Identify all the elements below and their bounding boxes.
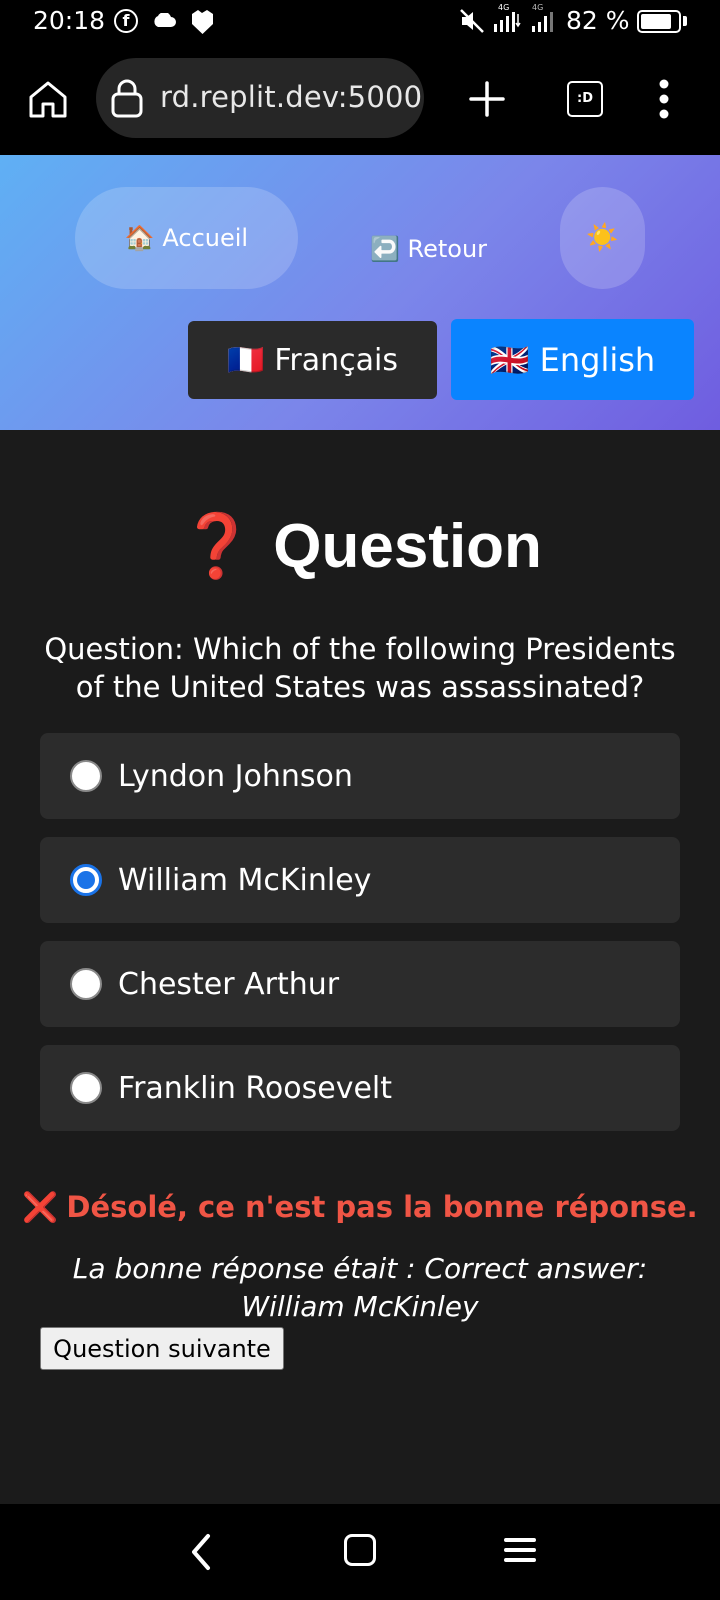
signal-4g-icon: 4G	[494, 3, 521, 32]
svg-text:4G: 4G	[532, 3, 543, 12]
url-text: rd.replit.dev:5000	[160, 80, 423, 114]
answer-option-label: Lyndon Johnson	[118, 758, 353, 794]
shield-icon	[192, 10, 213, 34]
cross-icon: ❌	[22, 1190, 59, 1224]
radio-button[interactable]	[70, 968, 102, 1000]
answer-option-label: Chester Arthur	[118, 966, 340, 1002]
cloud-icon	[154, 13, 176, 27]
language-french-label: Français	[274, 342, 398, 378]
home-link[interactable]: 🏠 Accueil	[75, 187, 298, 289]
home-icon[interactable]	[26, 77, 70, 121]
flag-fr-icon: 🇫🇷	[226, 342, 265, 378]
language-english-button[interactable]: 🇬🇧 English	[451, 319, 694, 400]
radio-button[interactable]	[70, 760, 102, 792]
tabs-icon[interactable]: :D	[567, 81, 603, 117]
system-nav-bar	[0, 1504, 720, 1600]
battery-tip	[683, 16, 687, 26]
language-english-label: English	[539, 340, 656, 379]
back-icon[interactable]	[186, 1532, 216, 1572]
app-header: 🏠 Accueil ↩️ Retour ☀️ 🇫🇷 Français 🇬🇧 En…	[0, 155, 720, 430]
back-link[interactable]: ↩️ Retour	[370, 235, 487, 263]
next-question-button[interactable]: Question suivante	[40, 1327, 284, 1370]
facebook-icon: f	[114, 9, 138, 33]
flag-gb-icon: 🇬🇧	[489, 340, 530, 379]
result-message: ❌ Désolé, ce n'est pas la bonne réponse.	[0, 1190, 720, 1225]
status-bar: 20:18 f 4G 4G 82 %	[0, 0, 720, 44]
browser-toolbar: rd.replit.dev:5000 :D	[0, 44, 720, 155]
page-title: ❓ Question	[0, 510, 720, 583]
page-title-text: Question	[273, 512, 542, 581]
answer-option[interactable]: Lyndon Johnson	[40, 733, 680, 819]
answer-option[interactable]: Franklin Roosevelt	[40, 1045, 680, 1131]
result-message-text: Désolé, ce n'est pas la bonne réponse.	[66, 1190, 698, 1224]
theme-toggle-button[interactable]: ☀️	[560, 187, 645, 289]
recents-menu-icon[interactable]	[504, 1536, 536, 1564]
question-mark-icon: ❓	[178, 512, 256, 581]
answer-option[interactable]: William McKinley	[40, 837, 680, 923]
lock-icon	[111, 79, 143, 118]
answer-option[interactable]: Chester Arthur	[40, 941, 680, 1027]
answer-option-label: Franklin Roosevelt	[118, 1070, 392, 1106]
svg-text:4G: 4G	[498, 3, 509, 12]
radio-button[interactable]	[70, 864, 102, 896]
answer-option-label: William McKinley	[118, 862, 372, 898]
battery-icon	[637, 10, 681, 33]
signal-4g-icon: 4G	[532, 3, 553, 32]
home-square-icon[interactable]	[344, 1534, 376, 1566]
radio-button[interactable]	[70, 1072, 102, 1104]
plus-icon[interactable]	[468, 80, 506, 118]
question-text: Question: Which of the following Preside…	[44, 632, 676, 704]
sun-icon: ☀️	[586, 223, 619, 253]
more-vertical-icon[interactable]	[654, 78, 674, 120]
correct-answer-text: La bonne réponse était : Correct answer:…	[72, 1252, 648, 1323]
address-bar[interactable]: rd.replit.dev:5000	[96, 58, 424, 138]
language-french-button[interactable]: 🇫🇷 Français	[188, 321, 437, 399]
battery-percent: 82 %	[566, 6, 630, 35]
mute-icon	[460, 9, 484, 33]
status-time: 20:18	[33, 6, 106, 35]
